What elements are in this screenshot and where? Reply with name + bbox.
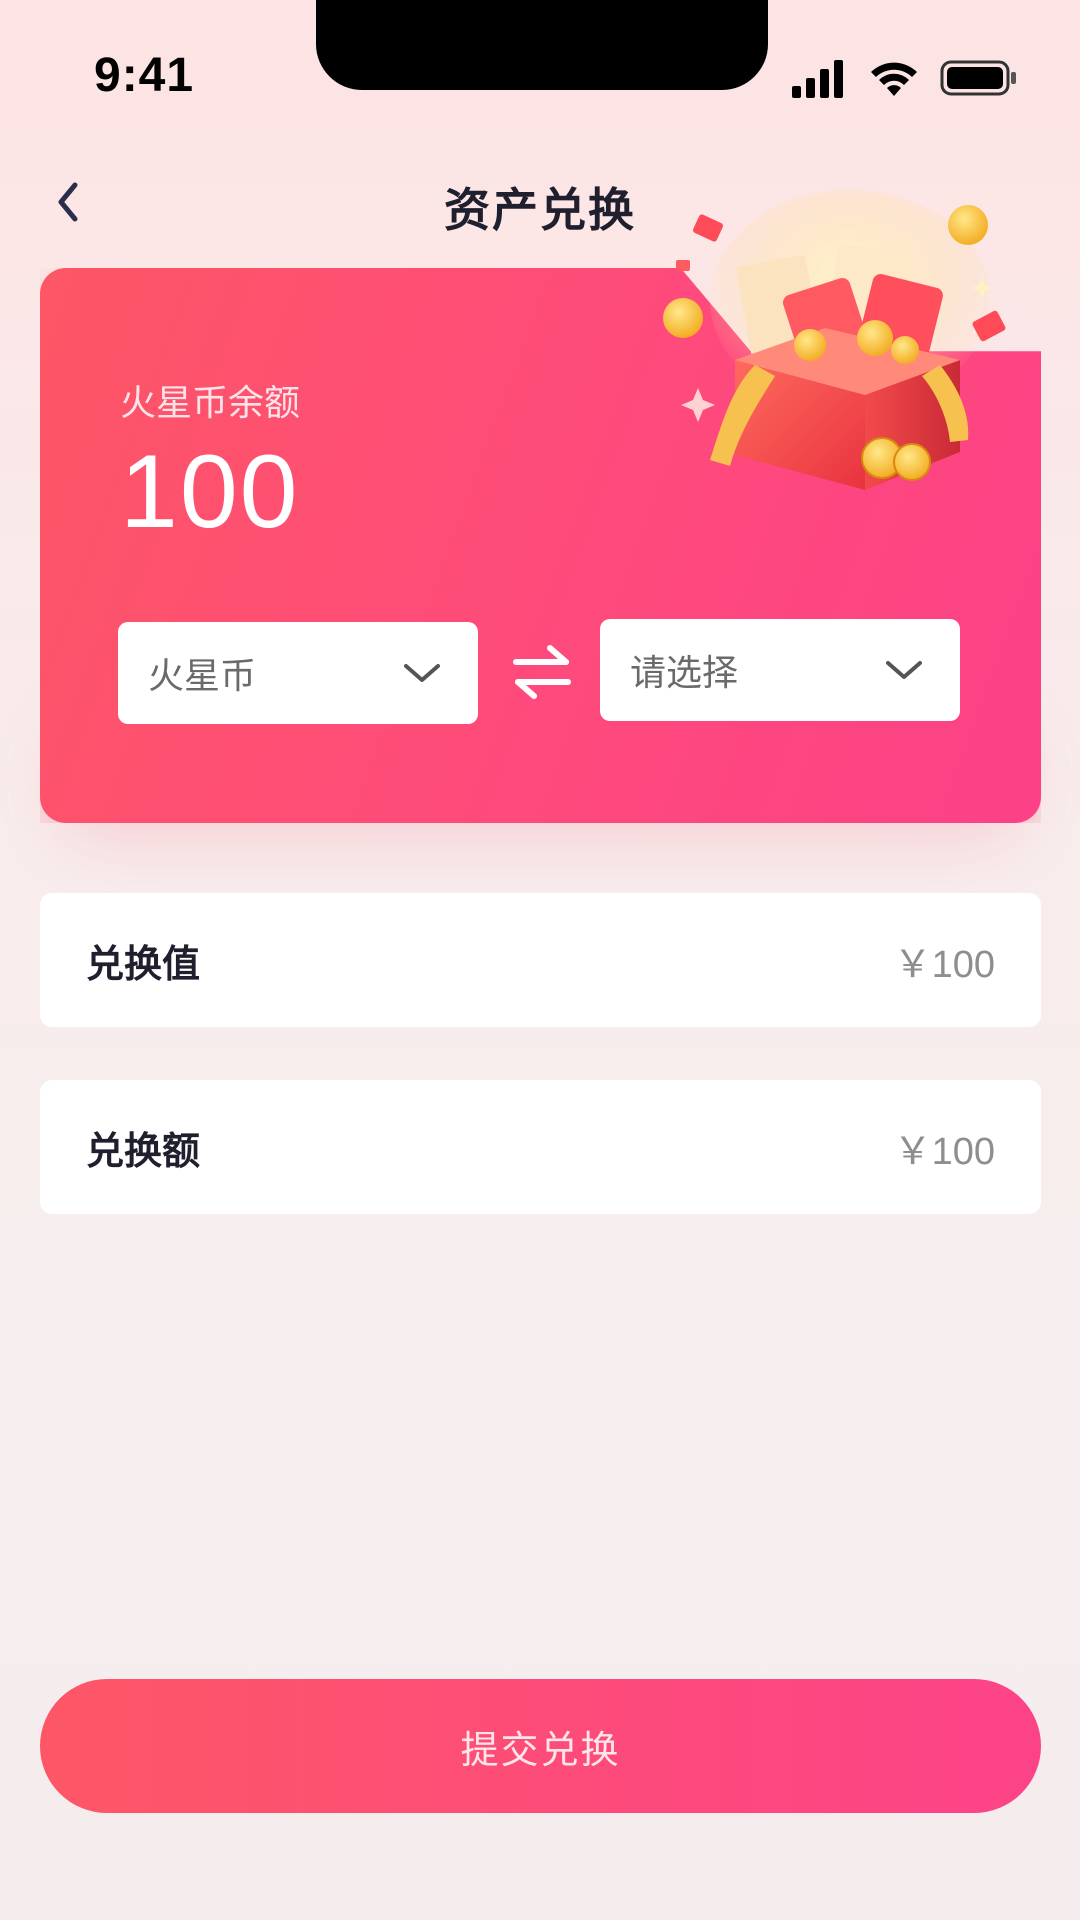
swap-arrows-icon[interactable] [510, 642, 574, 702]
balance-label: 火星币余额 [120, 383, 301, 424]
submit-exchange-label: 提交兑换 [460, 1727, 621, 1772]
wifi-icon [871, 62, 917, 96]
from-currency-select[interactable]: 火星币 [118, 622, 478, 724]
status-time: 9:41 [94, 49, 195, 102]
gift-box-illustration [663, 190, 1006, 490]
cellular-signal-icon [792, 60, 843, 98]
to-currency-select[interactable]: 请选择 [600, 619, 960, 721]
submit-exchange-button[interactable]: 提交兑换 [40, 1679, 1041, 1813]
balance-value: 100 [120, 434, 300, 550]
exchange-value-label: 兑换值 [86, 941, 201, 986]
to-currency-placeholder: 请选择 [630, 653, 739, 694]
battery-icon [940, 60, 1016, 96]
chevron-down-icon [886, 661, 922, 679]
exchange-value-amount: ￥100 [893, 943, 995, 986]
chevron-down-icon [404, 664, 440, 682]
exchange-value-row: 兑换值 ￥100 [40, 893, 1041, 1027]
exchange-amount-value: ￥100 [893, 1130, 995, 1173]
from-currency-value: 火星币 [148, 656, 257, 697]
device-notch [316, 0, 768, 90]
status-bar: 9:41 [0, 0, 1080, 140]
exchange-amount-label: 兑换额 [86, 1128, 201, 1173]
exchange-amount-row: 兑换额 ￥100 [40, 1080, 1041, 1214]
